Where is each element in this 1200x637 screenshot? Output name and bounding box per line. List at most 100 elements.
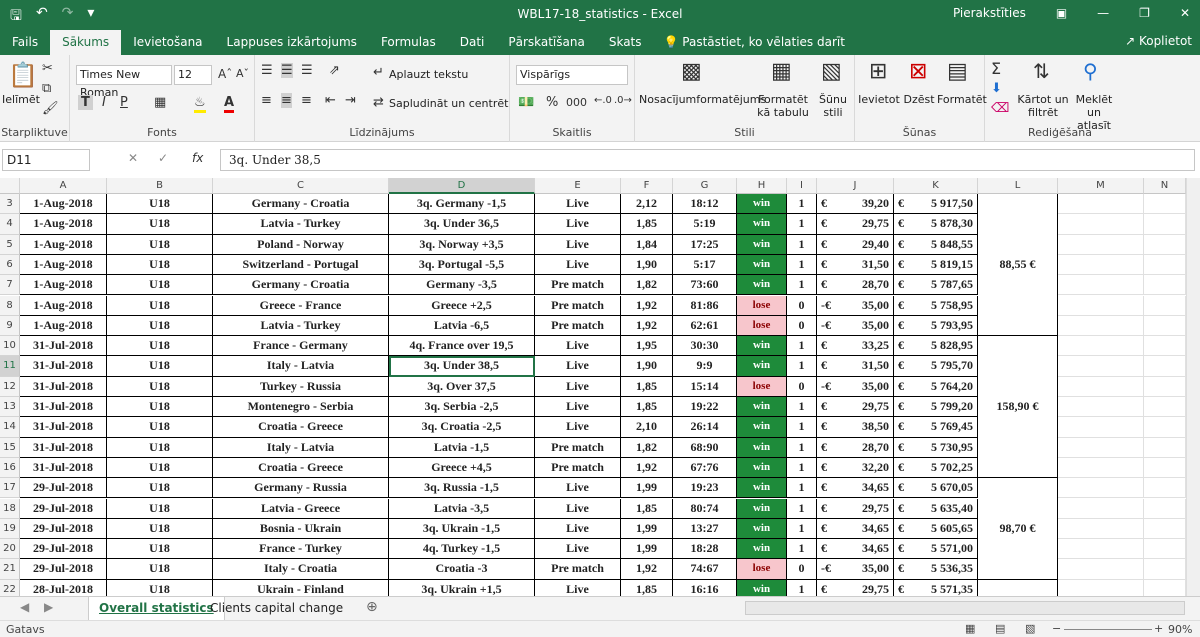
cell-f-6[interactable]: 1,90	[621, 254, 673, 276]
format-cells-button[interactable]: Formatēt	[937, 93, 987, 106]
cell-b-9[interactable]: U18	[107, 315, 213, 337]
cell-f-11[interactable]: 1,90	[621, 356, 673, 377]
cell-empty[interactable]	[1058, 376, 1144, 397]
cell-g-17[interactable]: 19:23	[673, 478, 737, 499]
cell-b-13[interactable]: U18	[107, 397, 213, 418]
cell-j-currency-15[interactable]: €	[817, 438, 837, 458]
cell-b-14[interactable]: U18	[107, 417, 213, 438]
ribbon-display-icon[interactable]: ▣	[1056, 6, 1067, 20]
minimize-icon[interactable]: —	[1097, 6, 1109, 20]
cell-k-16[interactable]: 5 702,25	[910, 457, 978, 479]
cell-c-21[interactable]: Italy - Croatia	[213, 559, 389, 580]
align-right-icon[interactable]: ≡	[301, 93, 312, 108]
cell-f-8[interactable]: 1,92	[621, 295, 673, 316]
row-header[interactable]: 18	[0, 498, 20, 519]
column-header-n[interactable]: N	[1144, 178, 1186, 194]
cell-d-17[interactable]: 3q. Russia -1,5	[389, 478, 535, 499]
cell-e-21[interactable]: Pre match	[535, 559, 621, 580]
conditional-formatting-button[interactable]: Nosacījumformatējums	[639, 93, 766, 106]
cell-j-22[interactable]: 29,75	[837, 579, 894, 596]
cell-b-21[interactable]: U18	[107, 559, 213, 580]
cell-h-19[interactable]: win	[737, 518, 787, 540]
cell-k-currency-9[interactable]: €	[894, 316, 910, 337]
zoom-out-icon[interactable]: −	[1052, 622, 1061, 635]
cell-empty[interactable]	[1058, 518, 1144, 540]
cell-h-9[interactable]: lose	[737, 315, 787, 337]
cell-empty[interactable]	[1144, 559, 1186, 580]
cell-i-4[interactable]: 1	[787, 214, 817, 235]
cell-i-15[interactable]: 1	[787, 437, 817, 458]
cell-e-11[interactable]: Live	[535, 356, 621, 377]
cell-k-8[interactable]: 5 758,95	[910, 295, 978, 316]
column-header-f[interactable]: F	[621, 178, 673, 194]
cell-j-4[interactable]: 29,75	[837, 214, 894, 235]
cell-d-9[interactable]: Latvia -6,5	[389, 315, 535, 337]
cell-empty[interactable]	[1144, 214, 1186, 235]
row-header[interactable]: 11	[0, 356, 20, 377]
cell-h-17[interactable]: win	[737, 478, 787, 499]
cell-h-15[interactable]: win	[737, 437, 787, 458]
cell-j-currency-10[interactable]: €	[817, 336, 837, 357]
cell-k-currency-19[interactable]: €	[894, 519, 910, 540]
cell-empty[interactable]	[1144, 579, 1186, 596]
cell-a-4[interactable]: 1-Aug-2018	[20, 214, 107, 235]
cell-j-currency-9[interactable]: -€	[817, 316, 837, 337]
cell-b-7[interactable]: U18	[107, 275, 213, 296]
cell-k-currency-11[interactable]: €	[894, 356, 910, 377]
cell-h-22[interactable]: win	[737, 579, 787, 596]
cell-g-12[interactable]: 15:14	[673, 376, 737, 397]
row-header[interactable]: 21	[0, 559, 20, 580]
cell-j-14[interactable]: 38,50	[837, 417, 894, 438]
cell-j-currency-19[interactable]: €	[817, 519, 837, 540]
cell-c-10[interactable]: France - Germany	[213, 336, 389, 357]
prev-sheet-icon[interactable]: ◀	[20, 600, 29, 614]
cell-c-6[interactable]: Switzerland - Portugal	[213, 254, 389, 276]
cell-e-18[interactable]: Live	[535, 498, 621, 519]
cell-c-4[interactable]: Latvia - Turkey	[213, 214, 389, 235]
cell-d-3[interactable]: 3q. Germany -1,5	[389, 194, 535, 215]
cell-c-3[interactable]: Germany - Croatia	[213, 194, 389, 215]
cell-a-14[interactable]: 31-Jul-2018	[20, 417, 107, 438]
close-icon[interactable]: ✕	[1180, 6, 1190, 20]
cell-empty[interactable]	[1058, 275, 1144, 296]
cell-j-12[interactable]: 35,00	[837, 376, 894, 397]
column-header-h[interactable]: H	[737, 178, 787, 194]
tab-insert[interactable]: Ievietošana	[121, 30, 214, 55]
bold-button[interactable]: T	[78, 95, 93, 110]
cell-empty[interactable]	[1144, 518, 1186, 540]
cell-b-22[interactable]: U18	[107, 579, 213, 596]
cell-empty[interactable]	[1058, 437, 1144, 458]
cell-empty[interactable]	[1058, 397, 1144, 418]
cell-k-22[interactable]: 5 571,35	[910, 579, 978, 596]
cell-j-21[interactable]: 35,00	[837, 559, 894, 580]
select-all-corner[interactable]	[0, 178, 20, 194]
cell-d-4[interactable]: 3q. Under 36,5	[389, 214, 535, 235]
align-bottom-icon[interactable]: ☰	[301, 63, 313, 78]
cell-h-5[interactable]: win	[737, 234, 787, 255]
daily-total-2[interactable]: 158,90 €	[978, 336, 1058, 479]
cell-h-18[interactable]: win	[737, 498, 787, 519]
cell-k-currency-18[interactable]: €	[894, 499, 910, 519]
cell-f-21[interactable]: 1,92	[621, 559, 673, 580]
wrap-text-button[interactable]: Aplauzt tekstu	[389, 68, 468, 81]
cell-e-16[interactable]: Pre match	[535, 457, 621, 479]
row-header[interactable]: 8	[0, 295, 20, 316]
cell-e-17[interactable]: Live	[535, 478, 621, 499]
cell-k-currency-5[interactable]: €	[894, 235, 910, 255]
cell-k-currency-16[interactable]: €	[894, 458, 910, 479]
decrease-indent-icon[interactable]: ⇤	[325, 93, 336, 108]
column-header-i[interactable]: I	[787, 178, 817, 194]
cell-g-22[interactable]: 16:16	[673, 579, 737, 596]
worksheet-grid[interactable]: A B C D E F G H I J K L M N 3 1-Aug-2018 U18 Germany - Cr…	[0, 178, 1186, 596]
cut-icon[interactable]: ✂	[42, 61, 53, 76]
grow-font-icon[interactable]: Aˆ	[218, 67, 232, 81]
cell-k-currency-21[interactable]: €	[894, 559, 910, 580]
cell-empty[interactable]	[1144, 336, 1186, 357]
cell-h-16[interactable]: win	[737, 457, 787, 479]
cell-j-11[interactable]: 31,50	[837, 356, 894, 377]
cell-g-3[interactable]: 18:12	[673, 194, 737, 215]
cell-d-22[interactable]: 3q. Ukrain +1,5	[389, 579, 535, 596]
insert-function-icon[interactable]: fx	[192, 151, 203, 165]
cell-j-currency-17[interactable]: €	[817, 478, 837, 499]
cell-k-13[interactable]: 5 799,20	[910, 397, 978, 418]
